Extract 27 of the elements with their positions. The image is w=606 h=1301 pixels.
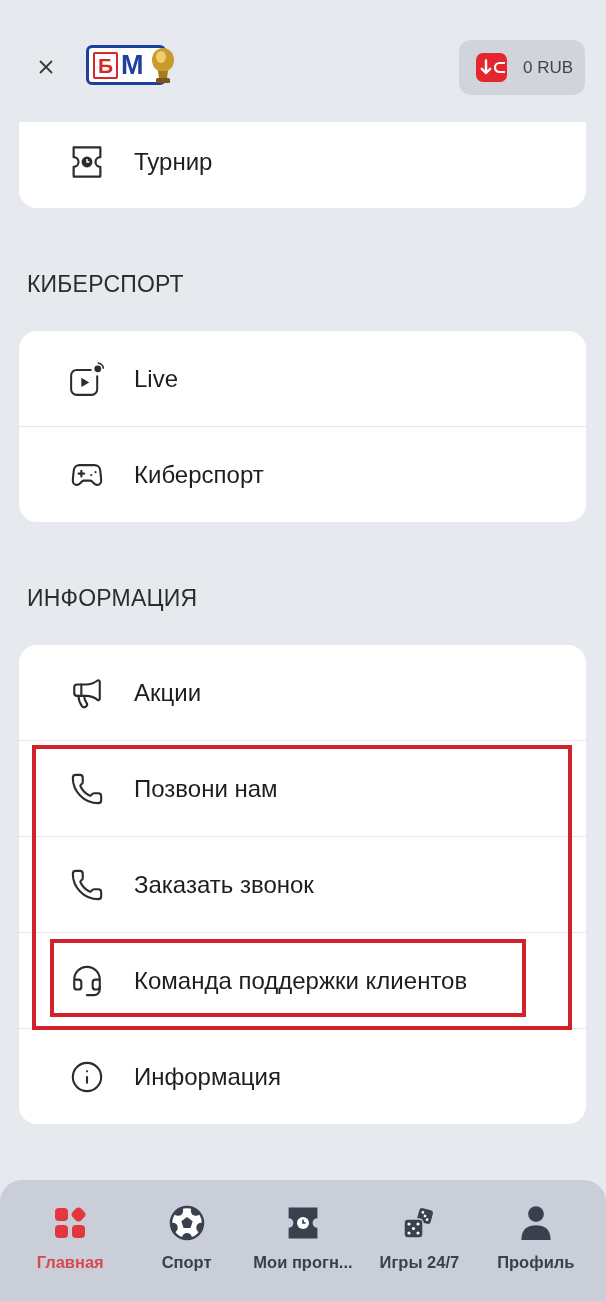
phone-icon	[70, 771, 104, 806]
grid-icon	[52, 1205, 89, 1241]
nav-tab[interactable]: Спорт	[161, 1205, 212, 1272]
info-icon	[70, 1059, 104, 1094]
logo-letter: Б	[93, 51, 119, 79]
menu-item[interactable]: Киберспорт	[19, 427, 586, 522]
section-title: ИНФОРМАЦИЯ	[27, 584, 198, 612]
menu-item[interactable]: Позвони нам	[19, 741, 586, 836]
video-play-icon	[70, 361, 104, 396]
nav-tab[interactable]: Мои прогн...	[253, 1205, 353, 1272]
nav-tab[interactable]: Игры 24/7	[379, 1205, 460, 1272]
trophy-icon	[150, 45, 176, 85]
menu-item[interactable]: Live	[19, 331, 586, 426]
wallet-icon	[476, 53, 507, 82]
menu-item[interactable]: Турнир	[19, 122, 586, 208]
menu-item[interactable]: Команда поддержки клиентов	[19, 933, 586, 1028]
menu-item[interactable]: Информация	[19, 1029, 586, 1124]
nav-tab[interactable]: Профиль	[497, 1205, 575, 1272]
phone-icon	[70, 867, 104, 902]
menu-item[interactable]: Заказать звонок	[19, 837, 586, 932]
section-title: КИБЕРСПОРТ	[27, 270, 184, 298]
ticket-icon	[70, 145, 104, 179]
headset-icon	[70, 963, 104, 998]
logo-letter: М	[121, 51, 144, 79]
soccer-ball-icon	[168, 1205, 205, 1241]
balance-button[interactable]: 0 RUB	[459, 40, 585, 95]
menu-item[interactable]: Акции	[19, 645, 586, 740]
